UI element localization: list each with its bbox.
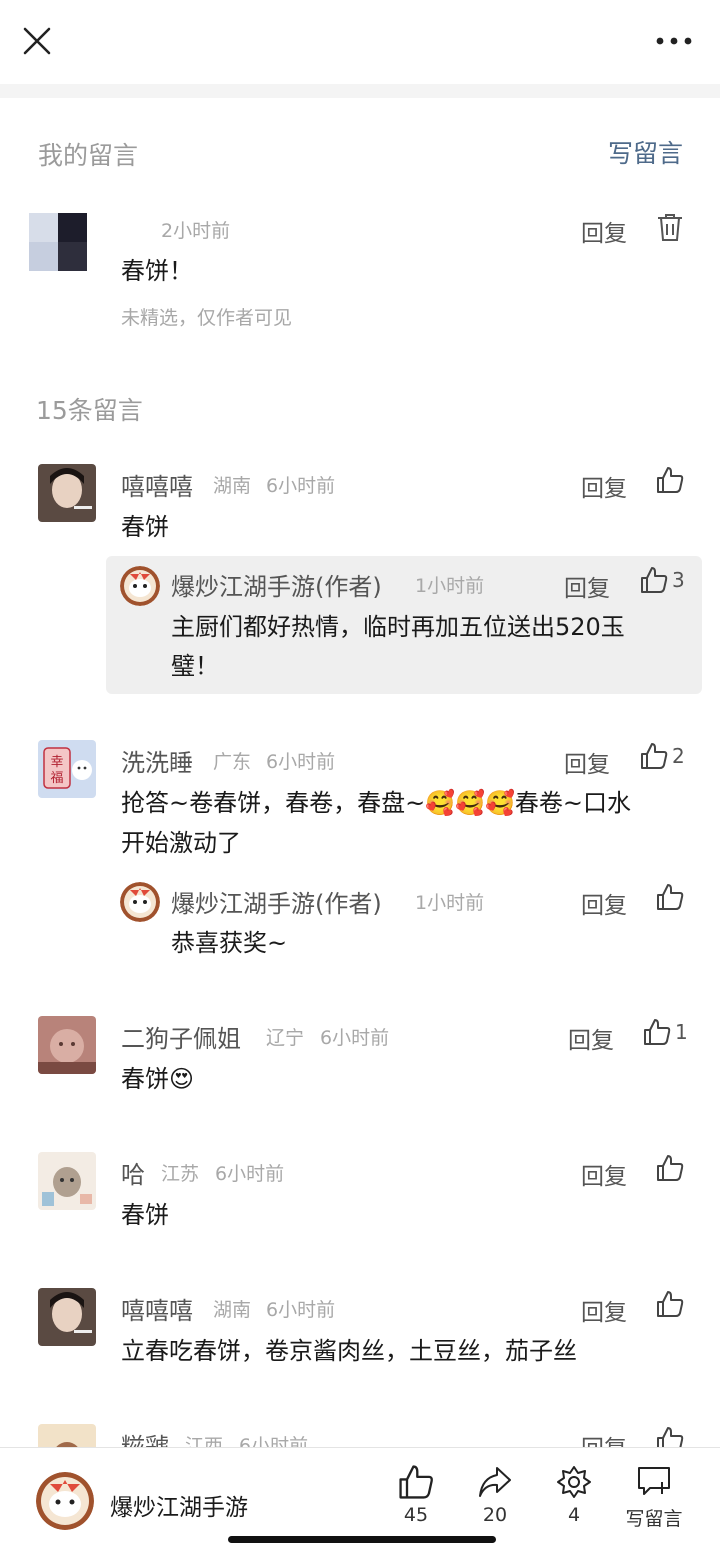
separator [0,84,720,98]
write-comment-action[interactable]: 写留言 [614,1464,694,1531]
like-button[interactable] [656,1290,684,1318]
like-button[interactable]: 1 [643,1018,688,1046]
share-count: 20 [482,1504,508,1526]
avatar[interactable] [38,1288,96,1346]
account-name[interactable]: 爆炒江湖手游 [110,1488,248,1522]
like-button[interactable] [656,883,684,911]
comment-status: 未精选，仅作者可见 [121,307,293,329]
like-action[interactable]: 45 [376,1464,456,1526]
svg-text:幸: 幸 [50,755,63,770]
close-icon[interactable] [20,24,54,58]
reply-text-line2: 璧！ [171,652,219,680]
svg-text:福: 福 [50,771,63,786]
thumbs-up-icon [657,884,684,910]
comment-nickname[interactable]: 嘻嘻嘻 [121,467,193,502]
like-button[interactable]: 2 [640,742,685,770]
comment-time: 2小时前 [161,220,231,242]
comment-text: 春饼😍 [121,1065,195,1093]
bottom-bar: 爆炒江湖手游 45 20 4 写留言 [0,1447,720,1553]
avatar[interactable] [38,1016,96,1074]
comment-nickname[interactable]: 二狗子佩姐 [121,1019,241,1054]
like-button[interactable] [656,466,684,494]
like-count: 45 [403,1504,429,1526]
write-comment-label: 写留言 [625,1508,683,1530]
share-icon [479,1467,511,1497]
comment-region: 湖南 [213,475,252,497]
reply-time: 1小时前 [415,575,485,597]
reply-button[interactable]: 回复 [581,1157,627,1191]
thumbs-up-icon [657,1291,684,1317]
write-comment-link[interactable]: 写留言 [608,134,683,170]
comment-nickname[interactable]: 洗洗睡 [121,743,193,778]
reply-button[interactable]: 回复 [581,469,627,503]
comment-region: 辽宁 [266,1027,305,1049]
trash-icon[interactable] [656,212,684,246]
comment-region: 江苏 [161,1163,200,1185]
thumbs-up-icon [644,1019,671,1045]
comment-add-icon [638,1467,670,1495]
wow-action[interactable]: 4 [534,1464,614,1526]
reply-button[interactable]: 回复 [581,214,627,248]
home-indicator [228,1536,496,1543]
like-button[interactable] [656,1154,684,1182]
reply-time: 1小时前 [415,892,485,914]
reply-text: 恭喜获奖~ [171,929,288,957]
avatar[interactable]: 幸福 [38,740,96,798]
thumbs-up-icon [657,1155,684,1181]
thumbs-up-icon [657,467,684,493]
comments-count-title: 15条留言 [36,396,143,425]
comment-nickname[interactable]: 嘻嘻嘻 [121,1291,193,1326]
comment-text: 春饼！ [121,257,193,285]
reply-button[interactable]: 回复 [581,886,627,920]
comment-time: 6小时前 [215,1163,285,1185]
author-avatar[interactable] [120,566,160,606]
reply-text-line1: 主厨们都好热情，临时再加五位送出520玉 [171,613,625,641]
comment-text: 立春吃春饼，卷京酱肉丝，土豆丝，茄子丝 [121,1337,577,1365]
thumbs-up-icon [399,1465,433,1499]
like-count: 2 [672,744,685,768]
thumbs-up-icon [641,567,668,593]
like-count: 1 [675,1020,688,1044]
comment-region: 湖南 [213,1299,252,1321]
reply-button[interactable]: 回复 [564,745,610,779]
avatar [29,213,87,271]
author-avatar[interactable] [120,882,160,922]
my-comments-title: 我的留言 [38,141,139,170]
wow-icon [557,1466,591,1498]
wow-count: 4 [567,1504,581,1526]
author-nickname[interactable]: 爆炒江湖手游(作者) [171,567,382,602]
account-avatar[interactable] [36,1472,94,1530]
reply-button[interactable]: 回复 [564,569,610,603]
like-button[interactable]: 3 [640,566,685,594]
comment-text-line1: 抢答~卷春饼，春卷，春盘~🥰🥰🥰春卷~口水 [121,789,631,817]
reply-button[interactable]: 回复 [581,1293,627,1327]
comment-nickname[interactable]: 哈 [121,1155,145,1190]
author-nickname[interactable]: 爆炒江湖手游(作者) [171,884,382,919]
thumbs-up-icon [641,743,668,769]
like-count: 3 [672,568,685,592]
share-action[interactable]: 20 [455,1464,535,1526]
top-bar [0,0,720,84]
comment-text-line2: 开始激动了 [121,829,241,857]
comment-region: 广东 [213,751,252,773]
avatar[interactable] [38,464,96,522]
comment-time: 6小时前 [266,1299,336,1321]
more-dots-icon[interactable] [652,28,696,54]
comment-time: 6小时前 [266,751,336,773]
comment-time: 6小时前 [266,475,336,497]
comment-text: 春饼 [121,1201,169,1229]
comment-time: 6小时前 [320,1027,390,1049]
avatar[interactable] [38,1152,96,1210]
reply-button[interactable]: 回复 [568,1021,614,1055]
comment-text: 春饼 [121,513,169,541]
